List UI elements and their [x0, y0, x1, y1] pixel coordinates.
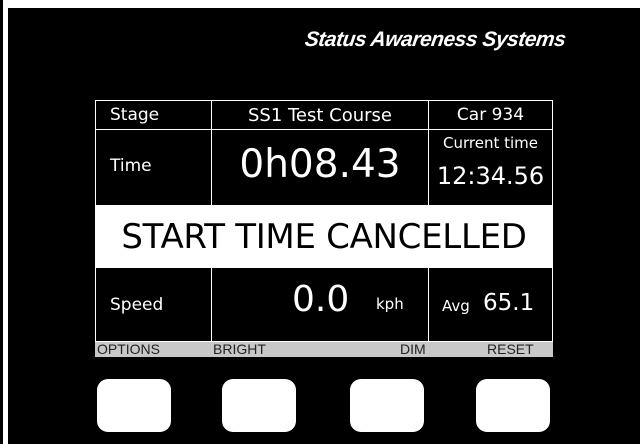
car-number: Car 934: [456, 105, 525, 125]
speed-unit: kph: [376, 295, 404, 313]
status-message-banner: START TIME CANCELLED: [95, 206, 553, 268]
dashboard-panel: Stage SS1 Test Course Car 934 Time 0h08.…: [95, 100, 553, 357]
options-button[interactable]: [97, 379, 171, 432]
softkey-label-reset: RESET: [487, 341, 534, 357]
current-time-label: Current time: [443, 134, 538, 152]
bright-button[interactable]: [222, 379, 296, 432]
dim-button[interactable]: [350, 379, 424, 432]
left-edge-bar: [0, 0, 3, 444]
car-cell: Car 934: [428, 100, 553, 130]
average-speed-cell: Avg 65.1: [428, 267, 553, 342]
stage-label-cell: Stage: [95, 100, 212, 130]
current-time-value: 12:34.56: [436, 162, 545, 190]
speed-value-cell: 0.0 kph: [211, 267, 429, 342]
speed-label-cell: Speed: [95, 267, 212, 342]
softkey-label-bright: BRIGHT: [213, 341, 266, 357]
avg-value: 65.1: [483, 290, 535, 316]
reset-button[interactable]: [476, 379, 550, 432]
time-value-cell: 0h08.43: [211, 129, 429, 206]
softkey-label-options: OPTIONS: [97, 341, 161, 357]
stage-time-value: 0h08.43: [239, 142, 401, 187]
stage-value: SS1 Test Course: [247, 105, 393, 126]
speed-label: Speed: [110, 295, 164, 315]
time-label: Time: [110, 156, 152, 176]
stage-value-cell: SS1 Test Course: [211, 100, 429, 130]
softkey-label-dim: DIM: [400, 341, 426, 357]
stage-label: Stage: [110, 105, 160, 125]
speed-value: 0.0: [292, 279, 350, 320]
current-time-cell: Current time 12:34.56: [428, 129, 553, 206]
brand-logo: Status Awareness Systems: [303, 28, 568, 51]
softkey-label-bar: OPTIONS BRIGHT DIM RESET: [95, 342, 553, 357]
avg-label: Avg: [442, 297, 470, 315]
time-label-cell: Time: [95, 129, 212, 206]
